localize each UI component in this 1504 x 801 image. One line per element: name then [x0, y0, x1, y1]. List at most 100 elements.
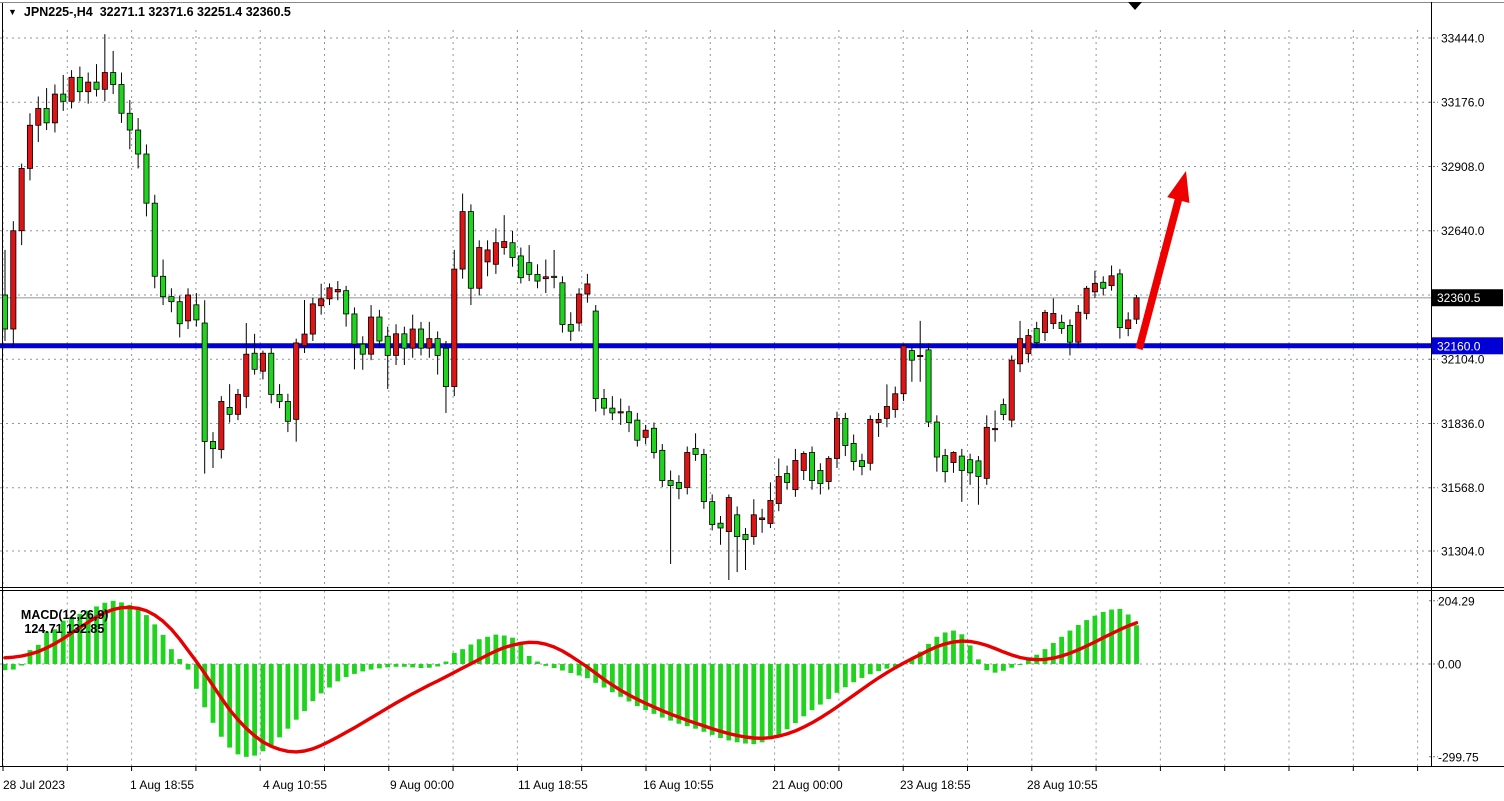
price-axis-label: 32104.0 [1441, 353, 1485, 367]
bearish-candle [552, 276, 557, 277]
price-axis-label: 31836.0 [1441, 417, 1485, 431]
bearish-candle [676, 482, 681, 488]
bearish-candle [527, 263, 532, 275]
bullish-candle [368, 317, 373, 354]
bullish-candle [1017, 339, 1022, 364]
chart-canvas[interactable]: 33444.033176.032908.032640.032104.031836… [0, 0, 1504, 801]
macd-histogram-bar [369, 664, 374, 670]
bullish-candle [884, 406, 889, 418]
macd-histogram-bar [1043, 649, 1048, 664]
time-axis-label: 11 Aug 18:55 [518, 778, 588, 792]
bullish-candle [427, 339, 432, 349]
bearish-candle [1067, 325, 1072, 342]
macd-histogram-bar [485, 637, 490, 664]
bearish-candle [976, 461, 981, 477]
bullish-candle [876, 419, 881, 422]
bearish-candle [210, 441, 215, 448]
macd-histogram-bar [277, 664, 282, 737]
macd-histogram-bar [244, 664, 249, 757]
bearish-candle [160, 276, 165, 296]
bearish-candle [818, 470, 823, 483]
bearish-candle [177, 302, 182, 324]
bullish-candle [52, 94, 57, 123]
time-axis-label: 1 Aug 18:55 [130, 778, 194, 792]
macd-histogram-bar [868, 664, 873, 674]
macd-histogram-bar [543, 664, 548, 666]
bearish-candle [784, 474, 789, 483]
macd-histogram-bar [851, 664, 856, 682]
macd-histogram-bar [261, 664, 266, 751]
symbol-dropdown-icon[interactable]: ▼ [8, 6, 17, 18]
price-axis-label: 33176.0 [1441, 96, 1485, 110]
macd-histogram-bar [934, 637, 939, 664]
bearish-candle [127, 113, 132, 130]
bearish-candle [202, 323, 207, 441]
macd-histogram-bar [968, 645, 973, 664]
macd-histogram-bar [860, 664, 865, 678]
bearish-candle [926, 350, 931, 422]
bullish-candle [410, 329, 415, 348]
macd-histogram-bar [1109, 610, 1114, 664]
symbol-period-label: JPN225-,H4 [24, 5, 93, 19]
bearish-candle [418, 329, 423, 348]
bearish-candle [402, 334, 407, 348]
trend-arrow-head[interactable] [1167, 171, 1189, 203]
macd-histogram-bar [252, 664, 257, 756]
bullish-candle [643, 430, 648, 437]
bearish-candle [743, 534, 748, 539]
trend-arrow-shaft[interactable] [1139, 194, 1180, 349]
bearish-candle [252, 353, 257, 369]
bullish-candle [485, 250, 490, 262]
macd-histogram-bar [776, 664, 781, 735]
bearish-candle [601, 399, 606, 409]
bullish-candle [260, 353, 265, 371]
macd-histogram-bar [1084, 620, 1089, 664]
bearish-candle [660, 450, 665, 480]
bearish-candle [851, 443, 856, 461]
macd-histogram-bar [127, 605, 132, 664]
macd-histogram-bar [236, 664, 241, 754]
macd-histogram-bar [1126, 614, 1131, 664]
macd-histogram-bar [810, 664, 815, 710]
bullish-candle [1126, 320, 1131, 329]
bullish-candle [576, 294, 581, 323]
macd-histogram-bar [360, 664, 365, 671]
macd-histogram-bar [1009, 664, 1014, 668]
macd-histogram-bar [1117, 609, 1122, 664]
bearish-candle [169, 297, 174, 302]
bullish-candle [901, 346, 906, 394]
macd-histogram-bar [535, 662, 540, 664]
bearish-candle [701, 454, 706, 501]
macd-histogram-bar [161, 635, 166, 664]
price-axis-label: 31304.0 [1441, 545, 1485, 559]
macd-histogram-bar [452, 653, 457, 664]
bullish-candle [493, 243, 498, 265]
bullish-candle [1109, 276, 1114, 286]
macd-histogram-bar [310, 664, 315, 701]
bullish-candle [335, 289, 340, 291]
bullish-candle [310, 304, 315, 334]
macd-histogram-bar [885, 664, 890, 669]
bearish-candle [152, 203, 157, 276]
bearish-candle [535, 274, 540, 281]
bullish-candle [1092, 283, 1097, 291]
macd-histogram-bar [427, 664, 432, 668]
macd-histogram-bar [710, 664, 715, 735]
macd-histogram-bar [402, 664, 407, 667]
macd-histogram-bar [959, 634, 964, 664]
bullish-candle [585, 284, 590, 294]
macd-histogram-bar [735, 664, 740, 742]
bearish-candle [44, 108, 49, 122]
macd-histogram-bar [726, 664, 731, 740]
bearish-candle [119, 85, 124, 114]
bullish-candle [868, 419, 873, 463]
macd-name: MACD(12,26,9) [21, 608, 109, 622]
bullish-candle [793, 460, 798, 489]
ohlc-readout: 32271.1 32371.6 32251.4 32360.5 [100, 5, 291, 19]
chart-shift-marker[interactable] [1128, 2, 1142, 10]
bearish-candle [626, 412, 631, 423]
macd-histogram-bar [843, 664, 848, 687]
macd-histogram-bar [136, 609, 141, 664]
macd-histogram-bar [1001, 664, 1006, 671]
macd-histogram-bar [602, 664, 607, 688]
